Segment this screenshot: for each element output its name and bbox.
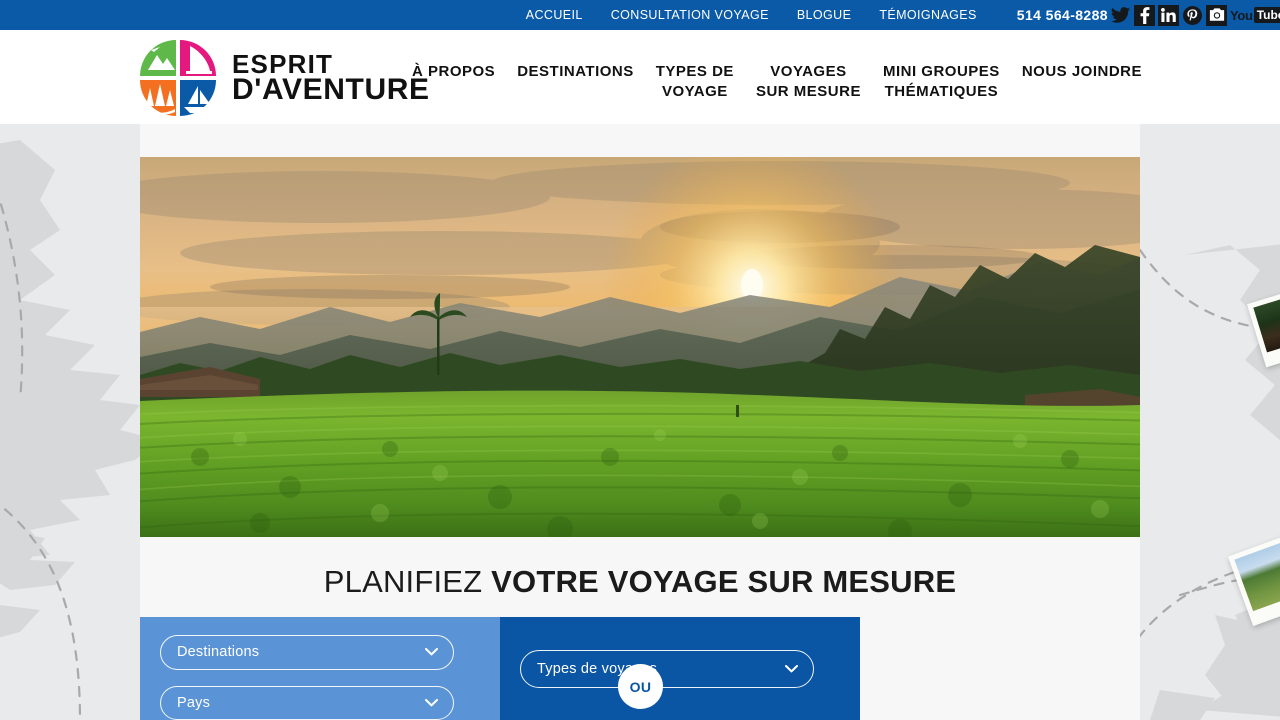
- select-pays-value: Pays: [177, 694, 211, 711]
- youtube-tube-text: Tube: [1253, 7, 1280, 23]
- logo-mark-icon: [138, 38, 218, 118]
- mainnav-types-de-voyage[interactable]: TYPES DE VOYAGE: [656, 60, 734, 103]
- planner-heading: PLANIFIEZ VOTRE VOYAGE SUR MESURE: [140, 564, 1140, 600]
- facebook-icon[interactable]: [1134, 4, 1155, 26]
- site-header: ESPRIT D'AVENTURE À PROPOS DESTINATIONS …: [0, 30, 1280, 124]
- instagram-icon[interactable]: [1206, 4, 1227, 26]
- chevron-down-icon: [425, 644, 438, 660]
- planner-or-divider: OU: [618, 664, 663, 709]
- chevron-down-icon: [785, 661, 798, 677]
- select-destinations-value: Destinations: [177, 644, 260, 661]
- planner-form: Destinations Pays Types de voyages: [140, 617, 860, 720]
- planner-panel-left: Destinations Pays: [140, 617, 500, 720]
- mainnav-a-propos[interactable]: À PROPOS: [412, 60, 495, 82]
- main-navigation: À PROPOS DESTINATIONS TYPES DE VOYAGE VO…: [412, 60, 1142, 124]
- select-pays[interactable]: Pays: [160, 685, 454, 720]
- phone-number[interactable]: 514 564-8288: [1017, 7, 1108, 23]
- top-navigation: ACCUEIL CONSULTATION VOYAGE BLOGUE TÉMOI…: [512, 8, 991, 22]
- select-types-de-voyages[interactable]: Types de voyages: [520, 649, 814, 688]
- mainnav-voyages-sur-mesure[interactable]: VOYAGES SUR MESURE: [756, 60, 861, 103]
- linkedin-icon[interactable]: [1158, 4, 1179, 26]
- topnav-blogue[interactable]: BLOGUE: [783, 8, 866, 22]
- topnav-consultation-voyage[interactable]: CONSULTATION VOYAGE: [597, 8, 783, 22]
- planner-panel-right: Types de voyages: [500, 617, 860, 720]
- topnav-temoignages[interactable]: TÉMOIGNAGES: [865, 8, 990, 22]
- pinterest-icon[interactable]: [1182, 5, 1203, 26]
- mainnav-destinations[interactable]: DESTINATIONS: [517, 60, 634, 82]
- top-utility-bar: ACCUEIL CONSULTATION VOYAGE BLOGUE TÉMOI…: [0, 0, 1280, 30]
- select-destinations[interactable]: Destinations: [160, 635, 454, 670]
- logo-wordmark: ESPRIT D'AVENTURE: [232, 50, 430, 107]
- twitter-icon[interactable]: [1110, 5, 1131, 26]
- topnav-accueil[interactable]: ACCUEIL: [512, 8, 597, 22]
- chevron-down-icon: [425, 695, 438, 711]
- youtube-icon[interactable]: You Tube: [1230, 6, 1280, 25]
- planner-heading-bold: VOTRE VOYAGE SUR MESURE: [491, 564, 957, 599]
- planner-heading-light: PLANIFIEZ: [323, 564, 492, 599]
- mainnav-mini-groupes-thematiques[interactable]: MINI GROUPES THÉMATIQUES: [883, 60, 1000, 103]
- social-links: You Tube: [1110, 0, 1280, 30]
- mainnav-nous-joindre[interactable]: NOUS JOINDRE: [1022, 60, 1142, 82]
- logo-line-2: D'AVENTURE: [232, 73, 430, 107]
- site-logo[interactable]: ESPRIT D'AVENTURE: [138, 38, 430, 118]
- youtube-you-text: You: [1230, 7, 1253, 23]
- hero-image: [140, 157, 1140, 537]
